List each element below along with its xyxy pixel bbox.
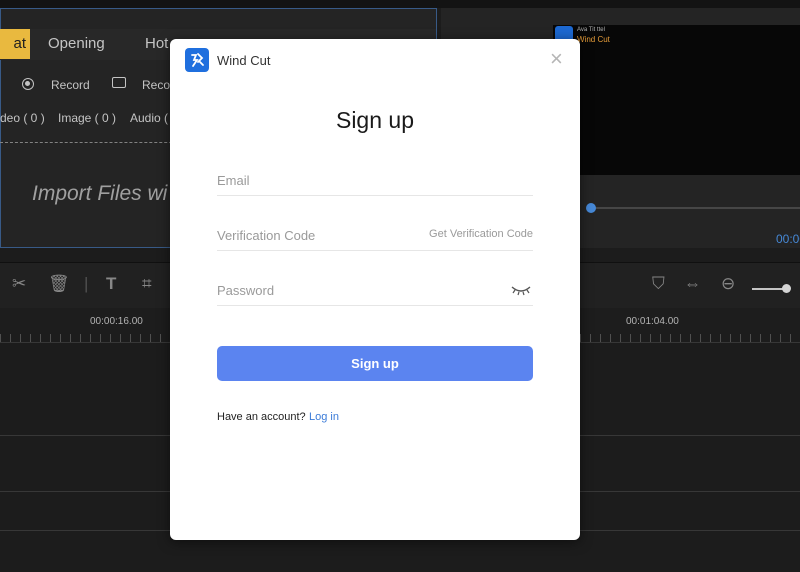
get-verification-code-button[interactable]: Get Verification Code [429,228,533,240]
eye-closed-icon[interactable] [511,283,531,296]
email-placeholder: Email [217,173,250,188]
password-field[interactable]: Password [217,277,533,306]
close-icon[interactable]: × [550,48,563,70]
dialog-title: Sign up [335,107,414,133]
email-field[interactable]: Email [217,167,533,196]
signup-button[interactable]: Sign up [217,346,533,381]
have-account-text: Have an account? [217,411,306,423]
password-placeholder: Password [217,283,275,298]
app-logo-icon [185,48,209,72]
login-link[interactable]: Log in [309,411,339,423]
verification-code-field[interactable]: Verification Code Get Verification Code [217,222,533,251]
verification-code-placeholder: Verification Code [217,228,316,243]
dialog-app-name: Wind Cut [217,53,271,68]
signup-dialog: Wind Cut × Sign up Email Verification Co… [170,39,580,540]
